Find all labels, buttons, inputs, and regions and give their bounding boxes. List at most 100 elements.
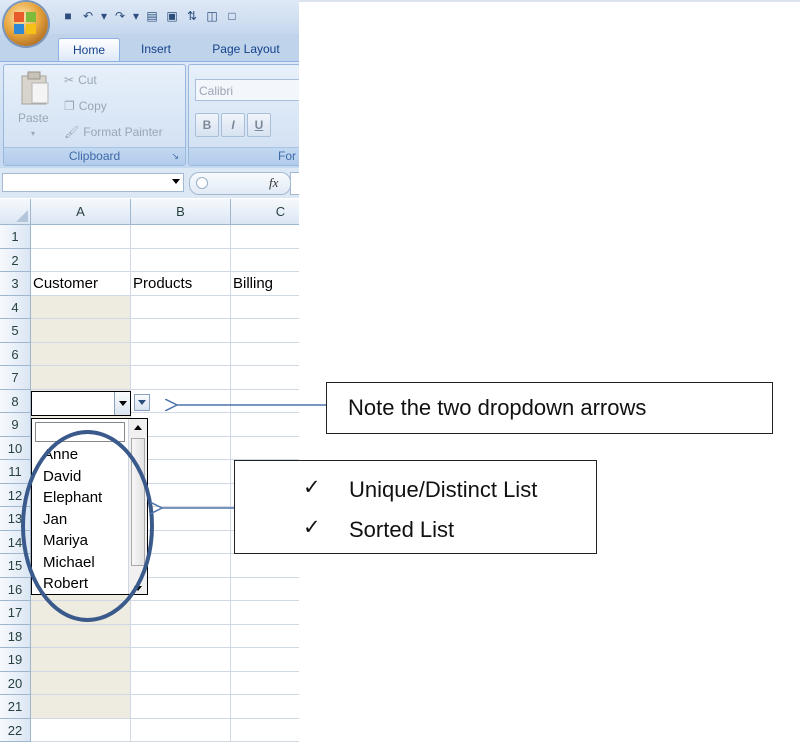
- header-products[interactable]: Products: [131, 272, 231, 296]
- cell[interactable]: [131, 366, 231, 390]
- undo-icon[interactable]: ↶: [80, 8, 96, 24]
- validation-dropdown-arrow-icon[interactable]: [134, 394, 150, 411]
- row-header[interactable]: 22: [0, 718, 31, 742]
- cell[interactable]: [231, 343, 299, 366]
- row-header[interactable]: 3: [0, 272, 31, 296]
- cell[interactable]: [231, 578, 299, 601]
- cell[interactable]: [31, 248, 131, 272]
- cell[interactable]: [231, 296, 299, 319]
- cell[interactable]: [131, 319, 231, 343]
- cell[interactable]: [231, 672, 299, 695]
- paste-chevron-icon[interactable]: ▾: [31, 129, 35, 138]
- row-header[interactable]: 1: [0, 225, 31, 249]
- cell[interactable]: [31, 295, 131, 319]
- name-box-chevron-icon[interactable]: [172, 179, 180, 184]
- cell[interactable]: [231, 554, 299, 578]
- cell[interactable]: [131, 342, 231, 366]
- row-header[interactable]: 13: [0, 507, 31, 531]
- cell[interactable]: [131, 601, 231, 625]
- data-validation-cell[interactable]: [31, 391, 131, 416]
- list-item[interactable]: Anne: [43, 444, 78, 465]
- new-document-icon[interactable]: □: [224, 8, 240, 24]
- cell[interactable]: [131, 225, 231, 249]
- spelling-icon[interactable]: ▣: [164, 8, 180, 24]
- row-header[interactable]: 20: [0, 671, 31, 695]
- cell-dropdown-arrow-icon[interactable]: [114, 392, 130, 415]
- dropdown-list-top-entry[interactable]: [35, 422, 125, 442]
- dialog-launcher-icon[interactable]: ↘: [171, 148, 179, 165]
- tab-home[interactable]: Home: [58, 38, 120, 61]
- row-header[interactable]: 12: [0, 483, 31, 507]
- row-header[interactable]: 19: [0, 648, 31, 672]
- formula-input[interactable]: [290, 172, 299, 195]
- insert-function-icon[interactable]: fx: [269, 175, 278, 191]
- cell[interactable]: [231, 601, 299, 625]
- column-header-b[interactable]: B: [131, 199, 231, 225]
- cell[interactable]: [231, 319, 299, 343]
- save-icon[interactable]: ■: [60, 8, 76, 24]
- list-item[interactable]: Elephant: [43, 487, 102, 508]
- list-item[interactable]: Mariya: [43, 530, 88, 551]
- column-header-c[interactable]: C: [231, 199, 299, 225]
- list-item[interactable]: Jan: [43, 509, 67, 530]
- row-header[interactable]: 4: [0, 295, 31, 319]
- cell[interactable]: [231, 437, 299, 460]
- cell[interactable]: [231, 225, 299, 249]
- cell[interactable]: [31, 319, 131, 343]
- row-header[interactable]: 14: [0, 530, 31, 554]
- format-painter-button[interactable]: 🖌 Format Painter: [64, 125, 163, 139]
- select-all-button[interactable]: [0, 199, 31, 225]
- row-header[interactable]: 9: [0, 413, 31, 437]
- header-billing[interactable]: Billing: [231, 272, 299, 296]
- cell[interactable]: [231, 719, 299, 742]
- row-header[interactable]: 15: [0, 554, 31, 578]
- header-customer[interactable]: Customer: [31, 272, 131, 296]
- italic-button[interactable]: I: [221, 113, 245, 137]
- cell[interactable]: [231, 695, 299, 719]
- row-header[interactable]: 11: [0, 460, 31, 484]
- row-header[interactable]: 5: [0, 319, 31, 343]
- row-header[interactable]: 16: [0, 577, 31, 601]
- column-header-a[interactable]: A: [31, 199, 131, 225]
- office-button[interactable]: [4, 2, 48, 46]
- cell[interactable]: [131, 695, 231, 719]
- cell[interactable]: [231, 249, 299, 272]
- print-preview-icon[interactable]: ▤: [144, 8, 160, 24]
- cell[interactable]: [31, 695, 131, 719]
- row-header[interactable]: 17: [0, 601, 31, 625]
- row-header[interactable]: 8: [0, 389, 31, 413]
- cell[interactable]: [231, 366, 299, 390]
- camera-icon[interactable]: ◫: [204, 8, 220, 24]
- cell[interactable]: [31, 601, 131, 625]
- list-item[interactable]: Robert: [43, 573, 88, 594]
- row-header[interactable]: 2: [0, 248, 31, 272]
- dropdown-chevron-icon[interactable]: ▾: [100, 8, 108, 24]
- sort-icon[interactable]: ⇅: [184, 8, 200, 24]
- cell[interactable]: [31, 671, 131, 695]
- cell[interactable]: [131, 624, 231, 648]
- row-header[interactable]: 6: [0, 342, 31, 366]
- cell[interactable]: [31, 718, 131, 742]
- row-header[interactable]: 7: [0, 366, 31, 390]
- tab-page-layout[interactable]: Page Layout: [200, 38, 292, 60]
- cell[interactable]: [131, 671, 231, 695]
- redo-icon[interactable]: ↷: [112, 8, 128, 24]
- cell[interactable]: [31, 225, 131, 249]
- cell[interactable]: [231, 648, 299, 672]
- cell[interactable]: [31, 648, 131, 672]
- cell[interactable]: [231, 390, 299, 413]
- row-header[interactable]: 18: [0, 624, 31, 648]
- scroll-up-icon[interactable]: [130, 420, 146, 436]
- cell[interactable]: [131, 248, 231, 272]
- dropdown-scrollbar[interactable]: [128, 419, 147, 594]
- copy-button[interactable]: ❐ Copy: [64, 99, 107, 113]
- font-name-input[interactable]: Calibri: [195, 79, 299, 101]
- scroll-thumb[interactable]: [131, 438, 145, 566]
- row-header[interactable]: 21: [0, 695, 31, 719]
- cell[interactable]: [31, 342, 131, 366]
- cell[interactable]: [131, 648, 231, 672]
- cell[interactable]: [31, 366, 131, 390]
- cell[interactable]: [131, 295, 231, 319]
- tab-insert[interactable]: Insert: [128, 38, 184, 60]
- underline-button[interactable]: U: [247, 113, 271, 137]
